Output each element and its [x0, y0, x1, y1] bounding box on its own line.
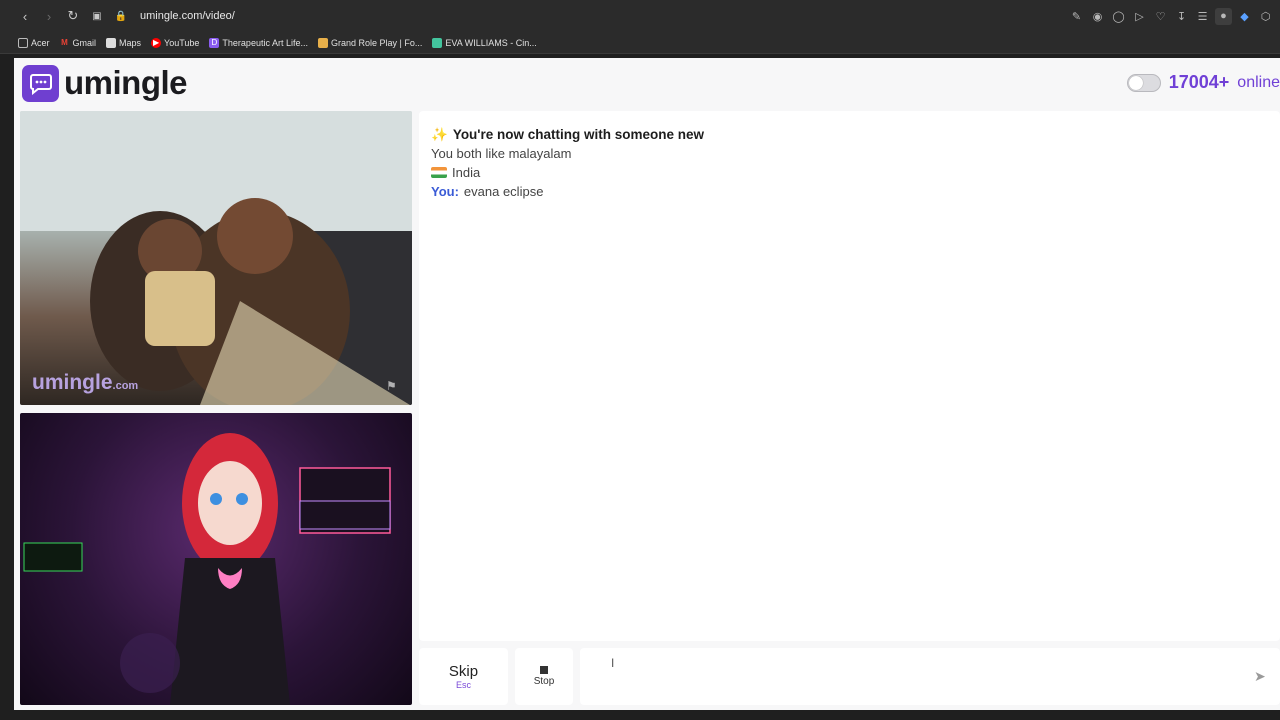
lock-icon: 🔒	[114, 10, 128, 22]
address-bar: ‹ › ↻ ▣ 🔒 umingle.com/video/ ✎ ◉ ◯ ▷ ♡ ↧…	[0, 0, 1280, 32]
maps-icon	[106, 37, 117, 48]
play-icon[interactable]: ▷	[1131, 8, 1148, 25]
bookmark-eva-williams[interactable]: EVA WILLIAMS - Cin...	[432, 37, 537, 48]
stop-icon	[540, 666, 548, 674]
chat-log: ✨ You're now chatting with someone new Y…	[419, 111, 1280, 641]
heart-icon[interactable]: ♡	[1152, 8, 1169, 25]
message-input[interactable]	[580, 648, 1280, 705]
browser-window: ‹ › ↻ ▣ 🔒 umingle.com/video/ ✎ ◉ ◯ ▷ ♡ ↧…	[0, 0, 1280, 720]
umingle-watermark: umingle.com	[32, 371, 139, 394]
shield-icon[interactable]: ◯	[1110, 8, 1127, 25]
vtuber-avatar-frame	[23, 433, 391, 705]
reload-button[interactable]: ↻	[62, 5, 84, 27]
toolbar-icons: ✎ ◉ ◯ ▷ ♡ ↧ ☰ ● ◆ ⬡	[1068, 0, 1280, 32]
youtube-icon: ▶	[151, 37, 162, 48]
send-icon[interactable]: ➤	[1254, 668, 1272, 686]
skip-shortcut-hint: Esc	[455, 680, 471, 690]
bookmark-acer[interactable]: Acer	[18, 37, 50, 48]
bookmark-therapeutic-art[interactable]: D Therapeutic Art Life...	[209, 37, 308, 48]
back-button[interactable]: ‹	[14, 5, 36, 27]
online-count: 17004+	[1168, 72, 1230, 92]
chat-bubble-icon	[22, 64, 59, 102]
url-field[interactable]: umingle.com/video/	[140, 10, 235, 22]
menu-icon[interactable]: ☰	[1194, 8, 1211, 25]
site-logo[interactable]: umingle	[22, 64, 188, 102]
bookmark-grand-role-play[interactable]: Grand Role Play | Fo...	[317, 37, 422, 48]
report-flag-icon[interactable]: ⚑	[386, 379, 402, 395]
bookmark-youtube[interactable]: ▶ YouTube	[151, 37, 199, 48]
remote-video: umingle.com ⚑	[20, 111, 412, 405]
online-status: 17004+ online	[1126, 72, 1280, 93]
remote-video-frame	[20, 111, 412, 405]
profile-icon[interactable]: ●	[1215, 7, 1232, 25]
chat-intro: ✨ You're now chatting with someone new	[431, 127, 705, 142]
folder-icon	[18, 37, 28, 48]
bookmarks-bar: Acer M Gmail Maps ▶ YouTube D Therapeutic A…	[0, 32, 1280, 54]
stop-label: Stop	[533, 676, 555, 687]
extension-icon[interactable]: ◆	[1236, 8, 1253, 25]
text-cursor-icon: I	[611, 656, 615, 670]
sparkles-icon: ✨	[431, 127, 448, 142]
chat-controls: Skip Esc Stop ➤	[419, 648, 1280, 705]
you-label: You:	[431, 184, 459, 199]
download-icon[interactable]: ↧	[1173, 8, 1190, 25]
chat-message-you: You: evana eclipse	[431, 182, 1268, 201]
india-flag-icon	[431, 167, 447, 178]
mode-toggle[interactable]	[1126, 73, 1161, 92]
forward-button[interactable]: ›	[38, 5, 60, 27]
logo-text: umingle	[64, 64, 188, 101]
cinema-icon	[432, 37, 443, 48]
gmail-icon: M	[61, 38, 68, 47]
cube-icon[interactable]: ⬡	[1257, 8, 1274, 25]
online-label: online	[1237, 73, 1280, 91]
chat-country: India	[431, 163, 1268, 182]
chat-common-interest: You both like malayalam	[431, 146, 572, 161]
message-text: evana eclipse	[463, 184, 544, 199]
game-icon	[317, 37, 328, 48]
camera-icon[interactable]: ◉	[1089, 8, 1106, 25]
art-icon: D	[209, 37, 220, 48]
bookmark-maps[interactable]: Maps	[106, 37, 141, 48]
toggle-knob	[1128, 75, 1143, 90]
skip-button[interactable]: Skip Esc	[419, 648, 508, 705]
skip-label: Skip	[448, 663, 479, 680]
umingle-page: umingle 17004+ online umingle.com ⚑ ✨ Yo…	[14, 58, 1280, 710]
tab-icon: ▣	[92, 10, 102, 22]
stop-button[interactable]: Stop	[515, 648, 573, 705]
message-box: ➤	[580, 648, 1280, 705]
local-video	[20, 413, 412, 705]
bookmark-gmail[interactable]: M Gmail	[60, 38, 96, 48]
edit-icon[interactable]: ✎	[1068, 8, 1085, 25]
